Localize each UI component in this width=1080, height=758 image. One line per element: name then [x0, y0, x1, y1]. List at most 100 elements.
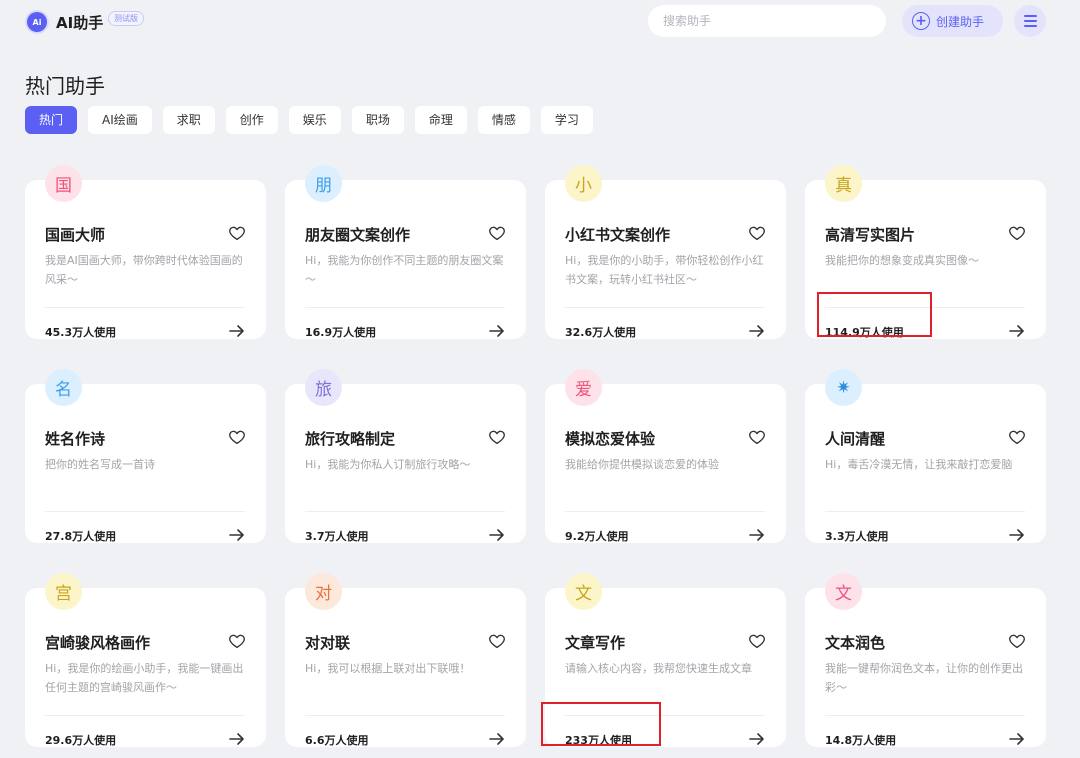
arrow-right-icon[interactable]	[229, 323, 245, 337]
arrow-right-icon[interactable]	[749, 323, 765, 337]
divider	[45, 307, 245, 308]
arrow-right-icon[interactable]	[749, 731, 765, 745]
card-body: 小红书文案创作 Hi，我是你的小助手，带你轻松创作小红书文案，玩转小红书社区～ 32…	[545, 180, 786, 339]
assistant-card[interactable]: ✷ 人间清醒 Hi，毒舌冷漠无情，让我来敲打恋爱脑 3.3万人使用	[805, 369, 1046, 543]
tab-workplace[interactable]: 职场	[351, 106, 404, 134]
assistant-card[interactable]: 旅旅行攻略制定 Hi，我能为你私人订制旅行攻略～ 3.7万人使用	[285, 369, 526, 543]
assistant-avatar: 国	[45, 165, 82, 202]
usage-count: 3.7万人使用	[305, 530, 369, 543]
usage-count: 9.2万人使用	[565, 530, 629, 543]
tab-entertainment[interactable]: 娱乐	[288, 106, 341, 134]
assistant-title: 国画大师	[45, 226, 106, 244]
favorite-heart-icon[interactable]	[228, 224, 246, 242]
assistant-title: 高清写实图片	[825, 226, 916, 244]
tab-fortune[interactable]: 命理	[414, 106, 467, 134]
beta-badge: 测试版	[108, 11, 144, 26]
assistant-card[interactable]: 名姓名作诗 把你的姓名写成一首诗 27.8万人使用	[25, 369, 266, 543]
usage-count: 45.3万人使用	[45, 326, 117, 339]
usage-count: 16.9万人使用	[305, 326, 377, 339]
arrow-right-icon[interactable]	[1009, 323, 1025, 337]
favorite-heart-icon[interactable]	[228, 428, 246, 446]
top-bar: Ai AI助手 测试版 + 创建助手	[0, 0, 1080, 44]
arrow-right-icon[interactable]	[1009, 527, 1025, 541]
assistant-title: 朋友圈文案创作	[305, 226, 411, 244]
assistant-description: Hi，我可以根据上联对出下联哦！	[305, 662, 471, 675]
assistant-description: 我能给你提供模拟谈恋爱的体验	[565, 458, 719, 471]
assistant-card[interactable]: 爱模拟恋爱体验 我能给你提供模拟谈恋爱的体验 9.2万人使用	[545, 369, 786, 543]
logo-icon: Ai	[27, 12, 47, 32]
arrow-right-icon[interactable]	[229, 731, 245, 745]
favorite-heart-icon[interactable]	[488, 632, 506, 650]
usage-count: 27.8万人使用	[45, 530, 117, 543]
create-assistant-button[interactable]: + 创建助手	[902, 5, 1003, 37]
assistant-description: 我能一键帮你润色文本，让你的创作更出彩～	[825, 662, 1023, 694]
favorite-heart-icon[interactable]	[488, 224, 506, 242]
arrow-right-icon[interactable]	[489, 731, 505, 745]
search-input[interactable]	[648, 5, 886, 37]
assistant-card[interactable]: 宫宫崎骏风格画作 Hi，我是你的绘画小助手，我能一键画出任何主题的宫崎骏风画作～ 2…	[25, 573, 266, 747]
divider	[305, 715, 505, 716]
card-body: 国画大师 我是AI国画大师，带你跨时代体验国画的风采～ 45.3万人使用	[25, 180, 266, 339]
assistant-avatar: 文	[825, 573, 862, 610]
assistant-title: 文章写作	[565, 634, 626, 652]
app-name: AI助手	[56, 14, 104, 32]
tab-hot[interactable]: 热门	[25, 106, 78, 134]
menu-button[interactable]	[1014, 5, 1046, 37]
divider	[305, 511, 505, 512]
favorite-heart-icon[interactable]	[1008, 428, 1026, 446]
usage-count: 3.3万人使用	[825, 530, 889, 543]
assistant-description: Hi，我能为你创作不同主题的朋友圈文案～	[305, 254, 504, 286]
page-title: 热门助手	[25, 74, 105, 98]
assistant-title: 姓名作诗	[45, 430, 106, 448]
assistant-title: 宫崎骏风格画作	[45, 634, 151, 652]
usage-count: 14.8万人使用	[825, 734, 897, 747]
favorite-heart-icon[interactable]	[488, 428, 506, 446]
card-body: 姓名作诗把你的姓名写成一首诗 27.8万人使用	[25, 384, 266, 543]
category-tabs: 热门 AI绘画 求职 创作 娱乐 职场 命理 情感 学习	[25, 106, 593, 134]
tab-ai-painting[interactable]: AI绘画	[88, 106, 152, 134]
card-body: 宫崎骏风格画作 Hi，我是你的绘画小助手，我能一键画出任何主题的宫崎骏风画作～ 29…	[25, 588, 266, 747]
arrow-right-icon[interactable]	[749, 527, 765, 541]
tab-study[interactable]: 学习	[540, 106, 593, 134]
tab-creation[interactable]: 创作	[225, 106, 278, 134]
assistant-title: 模拟恋爱体验	[565, 430, 656, 448]
assistant-card[interactable]: 国国画大师 我是AI国画大师，带你跨时代体验国画的风采～ 45.3万人使用	[25, 165, 266, 339]
arrow-right-icon[interactable]	[489, 527, 505, 541]
assistant-description: Hi，我能为你私人订制旅行攻略～	[305, 458, 471, 471]
tab-emotion[interactable]: 情感	[477, 106, 530, 134]
assistant-card[interactable]: 文文本润色我能一键帮你润色文本，让你的创作更出彩～ 14.8万人使用	[805, 573, 1046, 747]
arrow-right-icon[interactable]	[1009, 731, 1025, 745]
assistant-description: Hi，我是你的绘画小助手，我能一键画出任何主题的宫崎骏风画作～	[45, 662, 244, 694]
assistant-avatar: ✷	[825, 369, 862, 406]
favorite-heart-icon[interactable]	[748, 224, 766, 242]
arrow-right-icon[interactable]	[229, 527, 245, 541]
card-body: 模拟恋爱体验我能给你提供模拟谈恋爱的体验 9.2万人使用	[545, 384, 786, 543]
divider	[565, 511, 765, 512]
assistant-title: 文本润色	[825, 634, 886, 652]
assistant-card[interactable]: 对对对联 Hi，我可以根据上联对出下联哦！ 6.6万人使用	[285, 573, 526, 747]
assistant-card[interactable]: 小小红书文案创作 Hi，我是你的小助手，带你轻松创作小红书文案，玩转小红书社区～ 3…	[545, 165, 786, 339]
assistant-avatar: 旅	[305, 369, 342, 406]
assistant-avatar: 真	[825, 165, 862, 202]
favorite-heart-icon[interactable]	[228, 632, 246, 650]
usage-count: 32.6万人使用	[565, 326, 637, 339]
arrow-right-icon[interactable]	[489, 323, 505, 337]
tab-job-seeking[interactable]: 求职	[162, 106, 215, 134]
usage-count: 29.6万人使用	[45, 734, 117, 747]
favorite-heart-icon[interactable]	[1008, 632, 1026, 650]
card-body: 人间清醒 Hi，毒舌冷漠无情，让我来敲打恋爱脑 3.3万人使用	[805, 384, 1046, 543]
highlight-box	[541, 702, 661, 746]
divider	[45, 715, 245, 716]
divider	[305, 307, 505, 308]
assistant-description: 我能把你的想象变成真实图像～	[825, 254, 979, 267]
favorite-heart-icon[interactable]	[748, 632, 766, 650]
assistant-description: 把你的姓名写成一首诗	[45, 458, 155, 471]
assistant-description: Hi，我是你的小助手，带你轻松创作小红书文案，玩转小红书社区～	[565, 254, 764, 286]
assistant-description: 请输入核心内容，我帮您快速生成文章	[565, 662, 752, 675]
assistant-description: Hi，毒舌冷漠无情，让我来敲打恋爱脑	[825, 458, 1013, 471]
assistant-card[interactable]: 朋朋友圈文案创作 Hi，我能为你创作不同主题的朋友圈文案～ 16.9万人使用	[285, 165, 526, 339]
favorite-heart-icon[interactable]	[748, 428, 766, 446]
assistant-title: 旅行攻略制定	[305, 430, 396, 448]
favorite-heart-icon[interactable]	[1008, 224, 1026, 242]
assistant-avatar: 小	[565, 165, 602, 202]
